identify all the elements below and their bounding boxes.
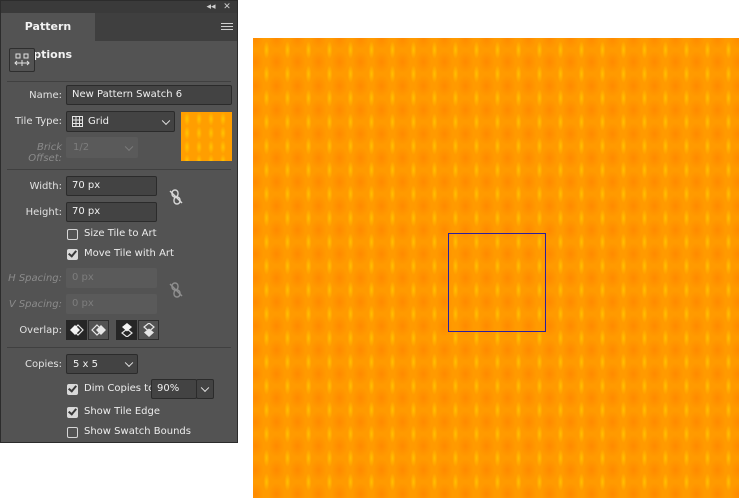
- grid-icon: [72, 116, 83, 127]
- name-label: Name:: [29, 90, 62, 101]
- size-tile-to-art-label: Size Tile to Art: [84, 228, 157, 239]
- overlap-left-in-front-button[interactable]: [66, 320, 87, 340]
- overlap-right-front-icon: [90, 324, 106, 336]
- brick-offset-dropdown[interactable]: 1/2: [66, 137, 138, 158]
- overlap-label: Overlap:: [19, 325, 62, 336]
- height-label: Height:: [25, 207, 62, 218]
- divider: [7, 81, 231, 82]
- show-swatch-bounds-checkbox[interactable]: [67, 427, 78, 438]
- chevron-down-icon: [124, 358, 134, 368]
- chevron-down-icon: [124, 142, 134, 151]
- h-spacing-field[interactable]: 0 px: [66, 268, 157, 288]
- overlap-bottom-in-front-button[interactable]: [138, 320, 159, 340]
- brick-offset-label: Brick Offset:: [28, 142, 62, 164]
- tile-type-value: Grid: [88, 116, 109, 127]
- overlap-left-front-icon: [69, 324, 84, 336]
- tile-type-dropdown[interactable]: Grid: [66, 111, 175, 132]
- pattern-tile-tool-button[interactable]: [9, 48, 35, 72]
- overlap-top-front-icon: [120, 323, 133, 337]
- divider: [7, 347, 231, 348]
- overlap-top-in-front-button[interactable]: [116, 320, 137, 340]
- move-tile-with-art-label: Move Tile with Art: [84, 248, 174, 259]
- pattern-name-field[interactable]: New Pattern Swatch 6: [66, 85, 232, 105]
- pattern-options-panel: ◂◂ ✕ Pattern Options Name: New Pattern S…: [0, 0, 238, 443]
- panel-title-strip: ◂◂ ✕: [1, 1, 237, 13]
- chevron-down-icon: [161, 116, 171, 125]
- size-tile-to-art-checkbox[interactable]: [67, 229, 78, 240]
- hamburger-menu-icon[interactable]: [221, 21, 233, 33]
- collapse-panel-icon[interactable]: ◂◂: [205, 1, 217, 13]
- close-panel-icon[interactable]: ✕: [221, 1, 233, 13]
- chevron-down-icon: [200, 383, 210, 393]
- height-field[interactable]: 70 px: [66, 202, 157, 222]
- dim-copies-label: Dim Copies to:: [84, 383, 158, 394]
- v-spacing-field[interactable]: 0 px: [66, 294, 157, 314]
- pattern-tile-edge[interactable]: [448, 233, 546, 332]
- link-icon[interactable]: [168, 281, 184, 299]
- dim-copies-checkbox[interactable]: [67, 384, 78, 395]
- panel-tab-bar: Pattern Options: [1, 13, 237, 61]
- tab-pattern-options[interactable]: Pattern Options: [1, 13, 95, 61]
- overlap-bottom-front-icon: [142, 323, 155, 337]
- dim-copies-field[interactable]: 90%: [151, 379, 197, 399]
- pattern-tile-tool-icon: [14, 53, 30, 66]
- pattern-swatch-preview: [181, 112, 232, 161]
- width-label: Width:: [29, 181, 62, 192]
- tile-type-label: Tile Type:: [14, 116, 62, 127]
- overlap-right-in-front-button[interactable]: [88, 320, 109, 340]
- show-swatch-bounds-label: Show Swatch Bounds: [84, 426, 191, 437]
- dim-copies-dropdown-button[interactable]: [196, 379, 214, 399]
- move-tile-with-art-checkbox[interactable]: [67, 249, 78, 260]
- show-tile-edge-label: Show Tile Edge: [84, 406, 161, 417]
- divider: [7, 169, 231, 170]
- brick-offset-value: 1/2: [73, 142, 90, 153]
- width-field[interactable]: 70 px: [66, 176, 157, 196]
- link-icon[interactable]: [168, 188, 184, 206]
- copies-value: 5 x 5: [73, 359, 98, 370]
- copies-dropdown[interactable]: 5 x 5: [66, 354, 138, 374]
- v-spacing-label: V Spacing:: [8, 299, 62, 310]
- copies-label: Copies:: [25, 359, 62, 370]
- show-tile-edge-checkbox[interactable]: [67, 407, 78, 418]
- h-spacing-label: H Spacing:: [8, 273, 62, 284]
